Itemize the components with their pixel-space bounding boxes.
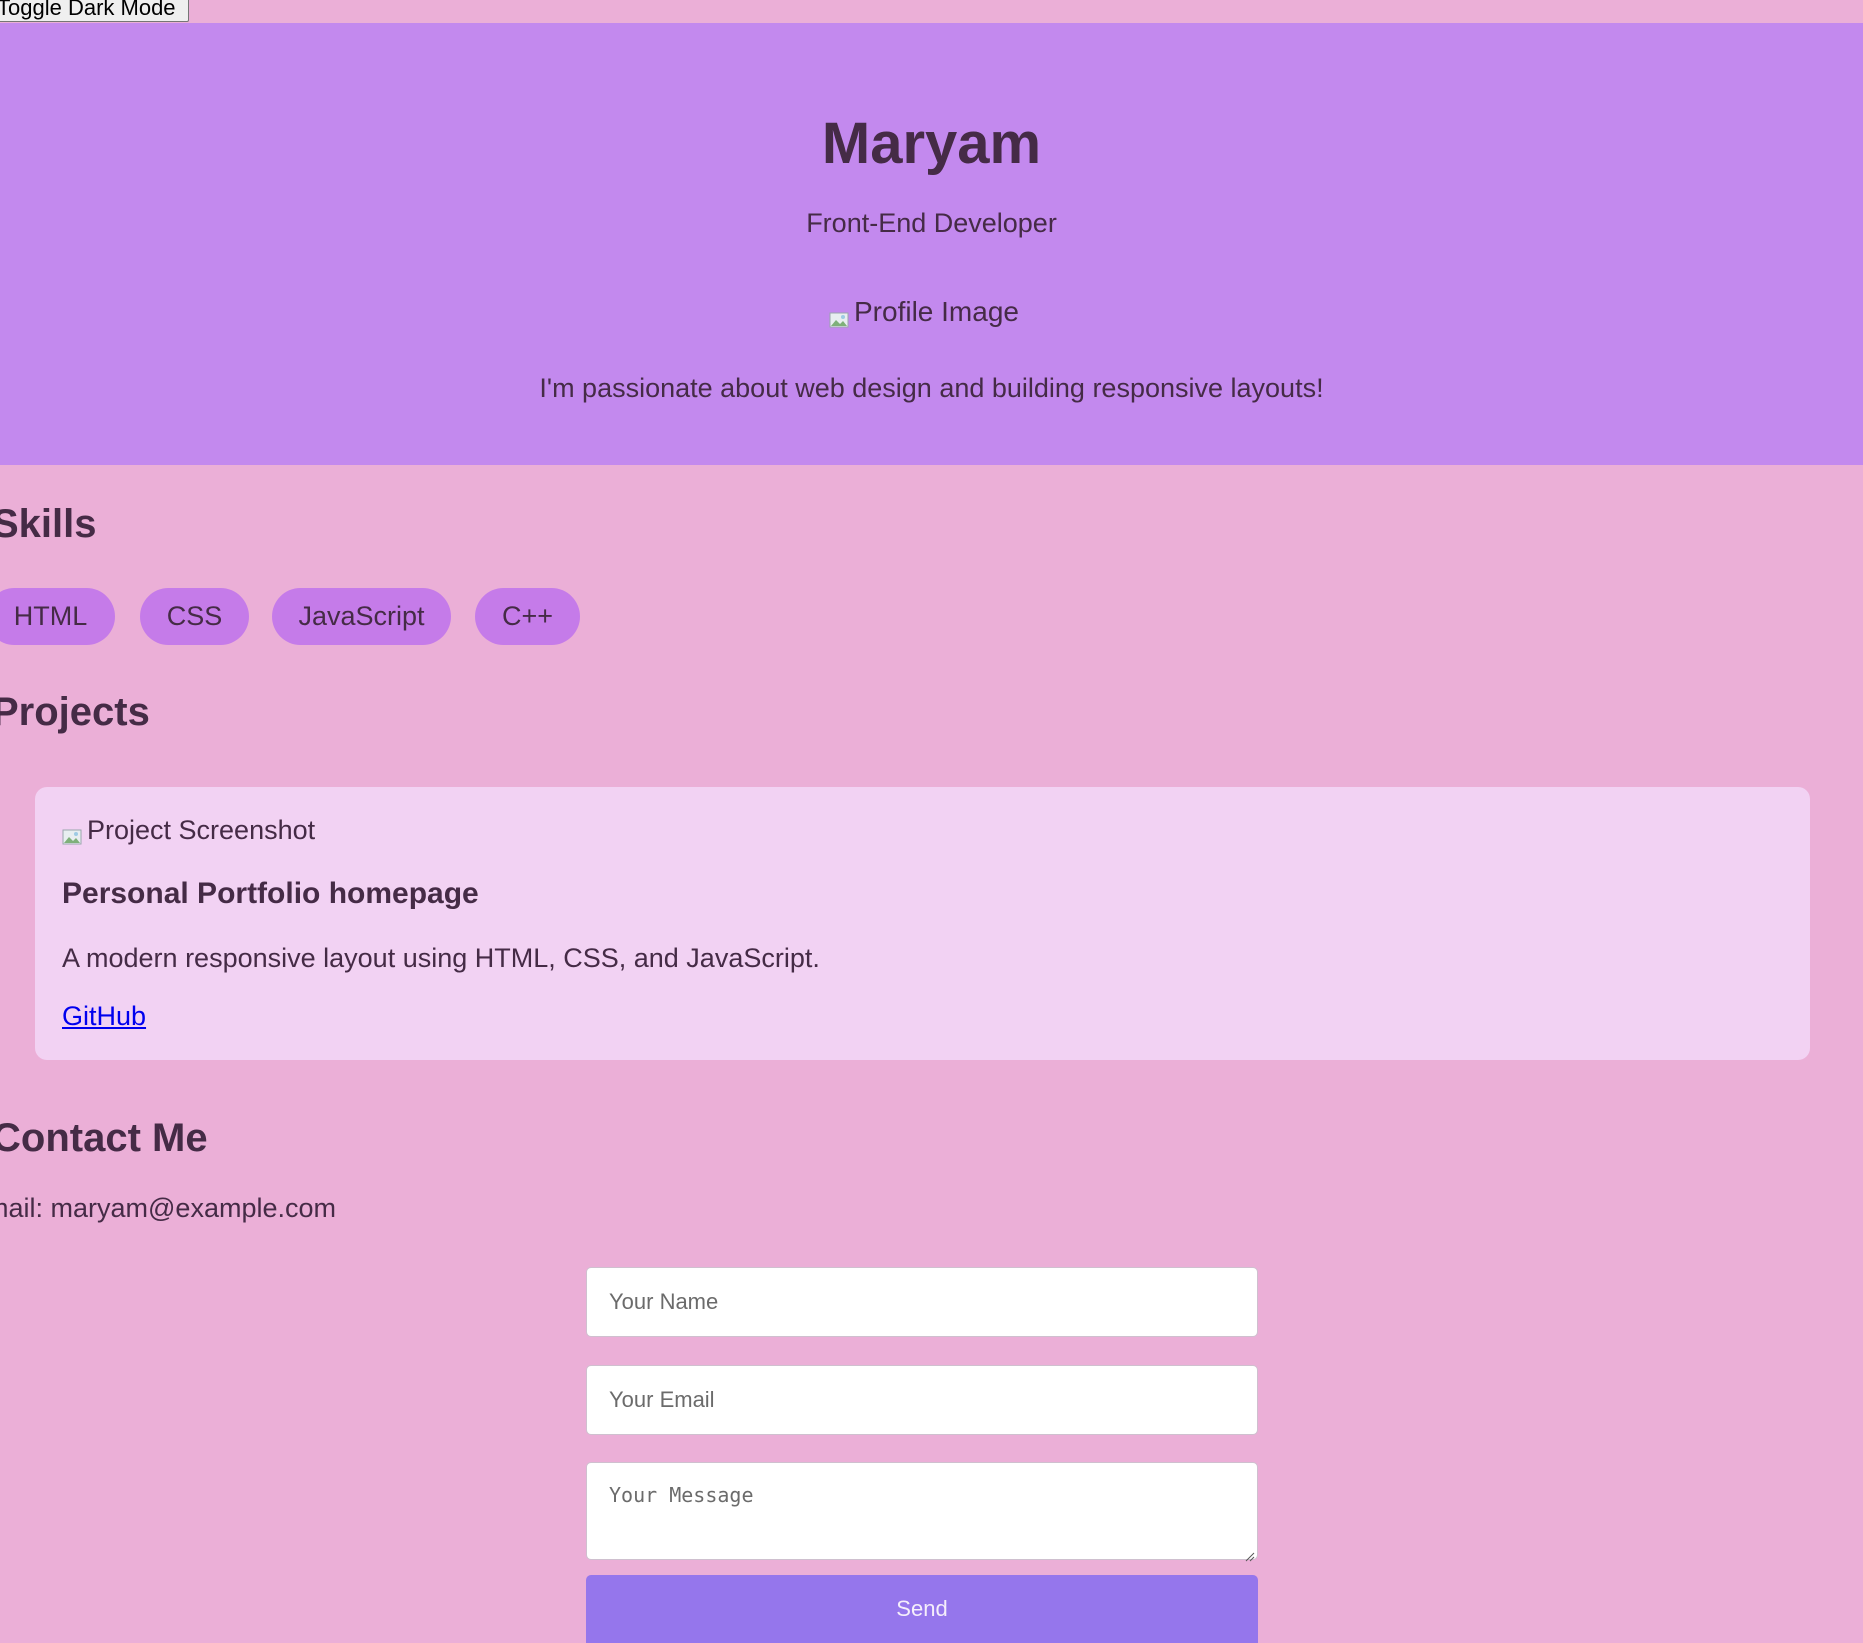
broken-image-icon (62, 821, 85, 845)
toggle-dark-mode-button[interactable]: Toggle Dark Mode (0, 0, 189, 22)
github-link[interactable]: GitHub (62, 1003, 146, 1030)
resize-grip-icon[interactable] (1243, 1545, 1255, 1562)
skill-tag: C++ (475, 588, 580, 645)
send-button[interactable]: Send (586, 1575, 1258, 1643)
email-input[interactable]: Your Email (586, 1365, 1258, 1435)
profile-name: Maryam (821, 111, 1042, 176)
profile-image-alt: Profile Image (854, 296, 1019, 327)
project-card: Project Screenshot Personal Portfolio ho… (35, 787, 1810, 1060)
skill-tag: JavaScript (272, 588, 451, 645)
project-description: A modern responsive layout using HTML, C… (62, 943, 820, 973)
skills-heading: Skills (0, 502, 97, 546)
project-screenshot-alt: Project Screenshot (87, 815, 316, 845)
hero-header: Maryam Front-End Developer Profile Image… (0, 23, 1863, 465)
profile-about: I'm passionate about web design and buil… (539, 373, 1324, 403)
projects-heading: Projects (0, 690, 150, 734)
project-screenshot: Project Screenshot (62, 814, 315, 846)
profile-role: Front-End Developer (806, 208, 1057, 238)
name-input[interactable]: Your Name (586, 1267, 1258, 1337)
message-placeholder: Your Message (609, 1483, 754, 1507)
skill-tag: CSS (140, 588, 249, 645)
contact-heading: Contact Me (0, 1116, 208, 1160)
project-title: Personal Portfolio homepage (62, 877, 479, 910)
broken-image-icon (829, 303, 852, 328)
profile-image: Profile Image (829, 295, 1019, 329)
contact-email: mail: maryam@example.com (0, 1193, 336, 1223)
skill-tag: HTML (0, 588, 115, 645)
message-textarea[interactable]: Your Message (586, 1462, 1258, 1562)
